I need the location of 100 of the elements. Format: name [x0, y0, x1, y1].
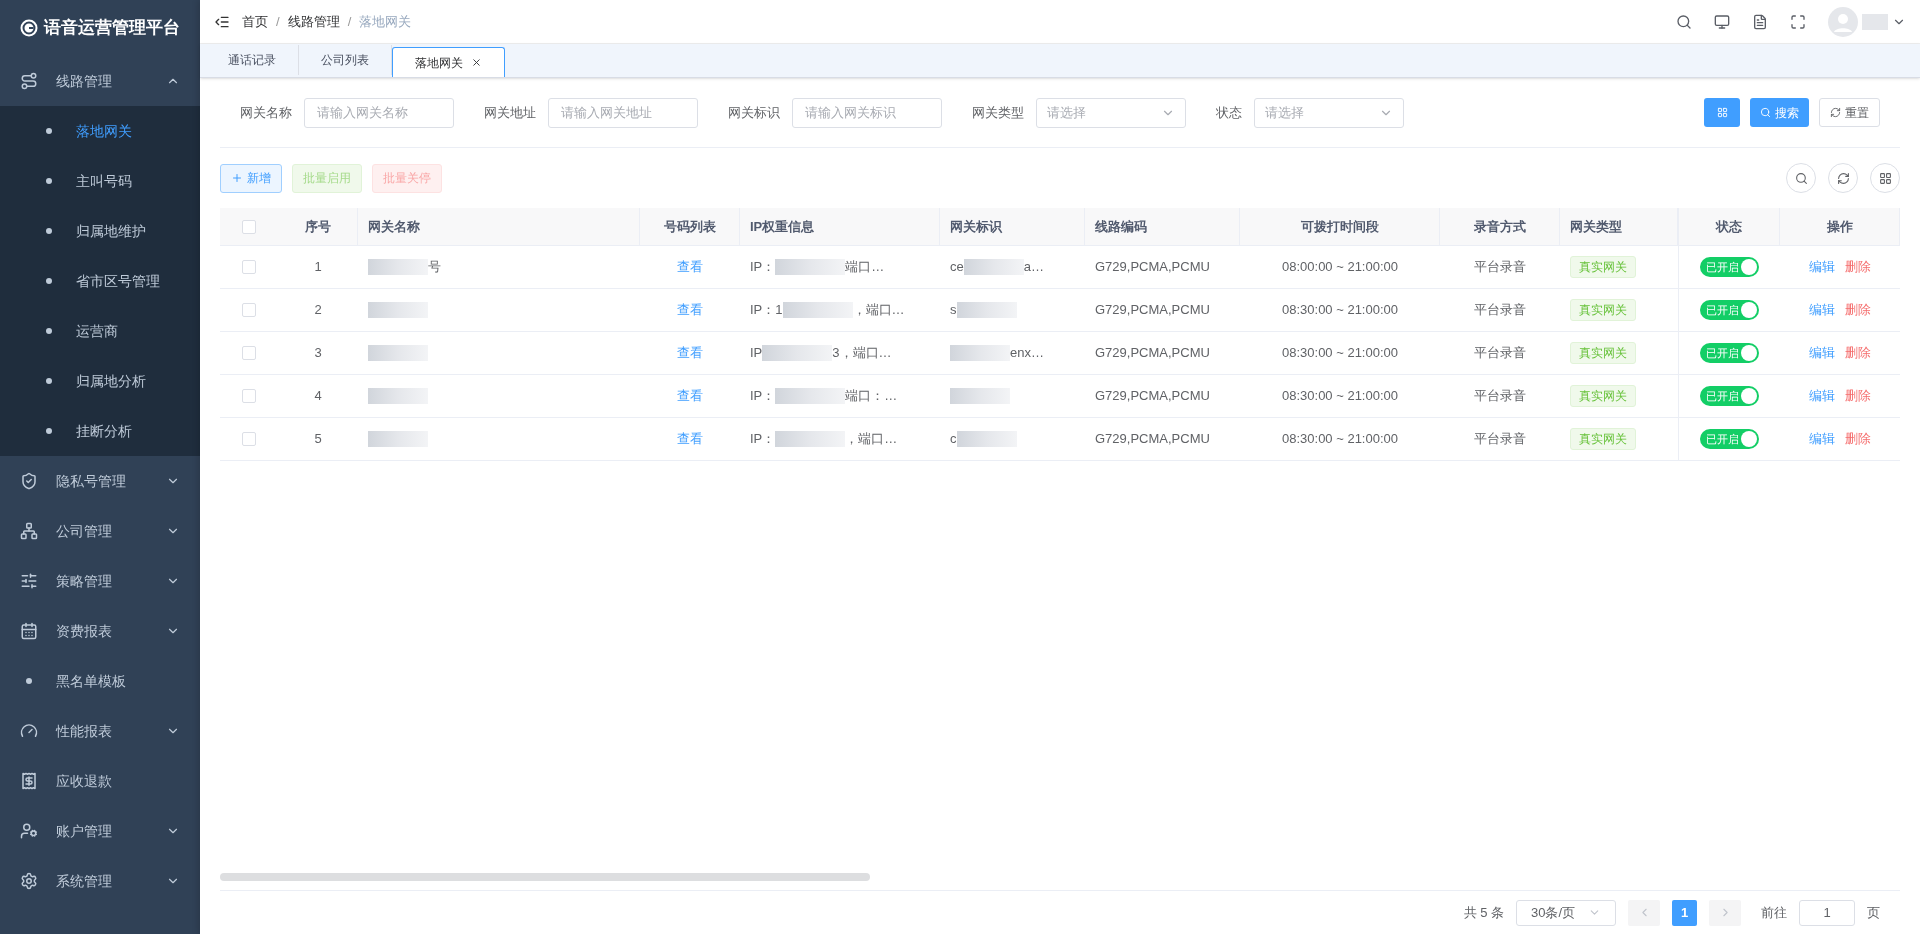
input-field[interactable]: 请输入网关名称	[304, 97, 454, 128]
redacted-block	[368, 345, 428, 361]
checkbox[interactable]	[242, 346, 256, 360]
page-input[interactable]: 1	[1799, 899, 1855, 926]
column-header: 可拨打时间段	[1240, 208, 1440, 245]
submenu-item[interactable]: 归属地维护	[0, 206, 200, 256]
checkbox[interactable]	[242, 303, 256, 317]
page-button[interactable]: 1	[1672, 899, 1697, 926]
sidebar-item[interactable]: 性能报表	[0, 706, 200, 756]
delete-link[interactable]: 删除	[1845, 429, 1871, 449]
edit-link[interactable]: 编辑	[1809, 300, 1835, 320]
cell-text: s	[950, 301, 957, 320]
redacted-block	[782, 302, 853, 318]
edit-link[interactable]: 编辑	[1809, 429, 1835, 449]
status-switch[interactable]: 已开启	[1700, 386, 1759, 406]
cell-text: 5	[314, 430, 322, 449]
view-link[interactable]: 查看	[677, 257, 703, 277]
input-field[interactable]: 请输入网关地址	[548, 97, 698, 128]
search-icon	[1794, 171, 1808, 185]
sidebar-item[interactable]: 公司管理	[0, 506, 200, 556]
delete-link[interactable]: 删除	[1845, 343, 1871, 363]
column-header: IP权重信息	[740, 208, 940, 245]
page-size-select[interactable]: 30条/页	[1516, 899, 1616, 926]
monitor-icon[interactable]	[1714, 13, 1730, 30]
column-header: 号码列表	[640, 208, 740, 245]
avatar-icon[interactable]	[1828, 6, 1858, 37]
input-field[interactable]: 请输入网关标识	[792, 97, 942, 128]
type-tag: 真实网关	[1570, 256, 1636, 278]
sidebar-item[interactable]: 策略管理	[0, 556, 200, 606]
reset-button[interactable]: 重置	[1819, 98, 1880, 127]
cell-text: c	[950, 430, 957, 449]
delete-link[interactable]: 删除	[1845, 300, 1871, 320]
cell-text: G729,PCMA,PCMU	[1095, 301, 1210, 320]
submenu-item[interactable]: 挂断分析	[0, 406, 200, 456]
checkbox[interactable]	[242, 432, 256, 446]
grid-button[interactable]	[1704, 98, 1740, 127]
edit-link[interactable]: 编辑	[1809, 343, 1835, 363]
submenu-item[interactable]: 运营商	[0, 306, 200, 356]
user-gear-icon	[20, 822, 38, 840]
search-button[interactable]: 搜索	[1750, 98, 1809, 127]
tab[interactable]: 落地网关	[392, 47, 505, 77]
sidebar-item[interactable]: 系统管理	[0, 856, 200, 906]
view-link[interactable]: 查看	[677, 300, 703, 320]
edit-link[interactable]: 编辑	[1809, 257, 1835, 277]
cell-text: 08:30:00 ~ 21:00:00	[1282, 387, 1398, 406]
column-header: 网关标识	[940, 208, 1085, 245]
sidebar-item[interactable]: 资费报表	[0, 606, 200, 656]
sliders-icon	[20, 572, 38, 590]
sidebar-item[interactable]: 隐私号管理	[0, 456, 200, 506]
breadcrumb-item[interactable]: 首页	[242, 11, 268, 32]
delete-link[interactable]: 删除	[1845, 386, 1871, 406]
checkbox[interactable]	[242, 219, 256, 234]
cell-text: G729,PCMA,PCMU	[1095, 387, 1210, 406]
column-header: 操作	[1780, 208, 1900, 245]
scrollbar-thumb[interactable]	[220, 873, 870, 881]
cell-text: 平台录音	[1474, 430, 1526, 449]
view-link[interactable]: 查看	[677, 386, 703, 406]
view-link[interactable]: 查看	[677, 343, 703, 363]
breadcrumb-item[interactable]: 线路管理	[287, 11, 340, 32]
status-switch[interactable]: 已开启	[1700, 300, 1759, 320]
type-tag: 真实网关	[1570, 428, 1636, 450]
breadcrumb-separator: /	[347, 12, 352, 31]
redacted-block	[368, 388, 428, 404]
cell-text: 08:00:00 ~ 21:00:00	[1282, 258, 1398, 277]
search-icon[interactable]	[1676, 13, 1692, 30]
breadcrumb-separator: /	[276, 12, 280, 31]
goto-label: 前往	[1761, 903, 1787, 922]
type-tag: 真实网关	[1570, 299, 1636, 321]
redacted-block	[956, 431, 1017, 447]
status-switch[interactable]: 已开启	[1700, 343, 1759, 363]
status-switch[interactable]: 已开启	[1700, 257, 1759, 277]
document-icon[interactable]	[1752, 13, 1768, 30]
status-switch[interactable]: 已开启	[1700, 429, 1759, 449]
tab[interactable]: 通话记录	[206, 45, 299, 75]
sidebar-item[interactable]: 线路管理	[0, 56, 200, 106]
fullscreen-icon[interactable]	[1790, 13, 1806, 30]
filter-label: 网关类型	[972, 103, 1024, 122]
submenu-item[interactable]: 落地网关	[0, 106, 200, 156]
gear-icon	[20, 872, 38, 890]
edit-link[interactable]: 编辑	[1809, 386, 1835, 406]
checkbox[interactable]	[242, 389, 256, 403]
delete-link[interactable]: 删除	[1845, 257, 1871, 277]
view-link[interactable]: 查看	[677, 429, 703, 449]
select-field[interactable]: 请选择	[1254, 97, 1404, 128]
submenu-item[interactable]: 省市区号管理	[0, 256, 200, 306]
select-field[interactable]: 请选择	[1036, 97, 1186, 128]
sidebar-item[interactable]: 黑名单模板	[0, 656, 200, 706]
cell-text: 08:30:00 ~ 21:00:00	[1282, 430, 1398, 449]
submenu-item[interactable]: 归属地分析	[0, 356, 200, 406]
sidebar-item[interactable]: 应收退款	[0, 756, 200, 806]
total-count: 共 5 条	[1463, 903, 1504, 922]
filter-label: 状态	[1216, 103, 1242, 122]
sidebar-item[interactable]: 账户管理	[0, 806, 200, 856]
close-icon[interactable]	[471, 57, 482, 68]
checkbox[interactable]	[242, 260, 256, 274]
action-button[interactable]: 新增	[220, 163, 282, 193]
cell-text: IP：	[750, 430, 776, 449]
redacted-block	[775, 259, 846, 275]
submenu-item[interactable]: 主叫号码	[0, 156, 200, 206]
redacted-block	[950, 345, 1010, 361]
